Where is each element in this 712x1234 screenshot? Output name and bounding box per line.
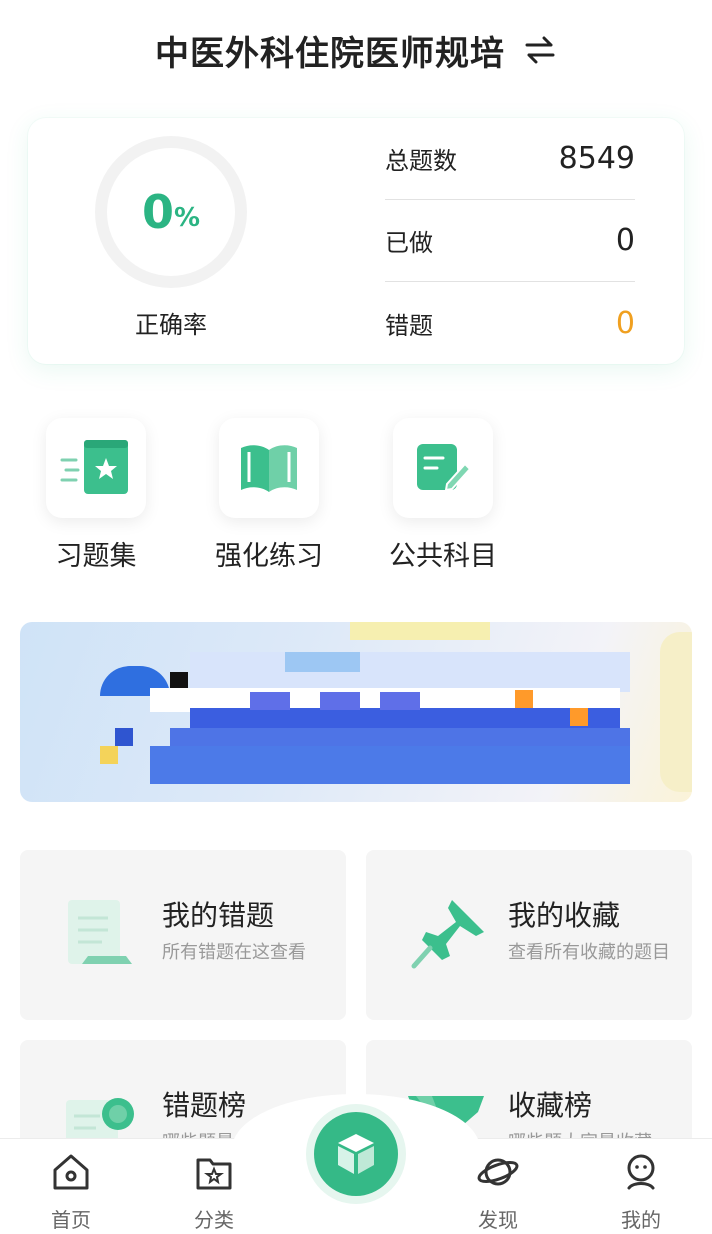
folder-star-icon: [196, 1158, 232, 1190]
stat-label: 错题: [385, 311, 433, 340]
tile-my-wrong-questions[interactable]: 我的错题 所有错题在这查看: [20, 850, 346, 1020]
stat-value: 0: [615, 223, 635, 258]
tile-my-favorites[interactable]: 我的收藏 查看所有收藏的题目: [366, 850, 692, 1020]
banner-image[interactable]: [20, 622, 692, 802]
stat-label: 总题数: [385, 147, 457, 175]
stat-row-done[interactable]: 已做 0: [385, 200, 635, 282]
accuracy-value: 0: [141, 185, 174, 239]
wrong-note-icon: [68, 900, 132, 964]
tab-home[interactable]: 首页: [21, 1152, 121, 1233]
tab-label: 我的: [621, 1208, 661, 1232]
tab-label: 分类: [194, 1208, 234, 1232]
tile-description: 查看所有收藏的题目: [508, 942, 670, 963]
tile-title: 错题榜: [162, 1089, 247, 1122]
tile-title: 我的错题: [162, 899, 275, 932]
quick-action-label: 强化练习: [215, 541, 323, 572]
accuracy-ring: 0 %: [95, 136, 247, 288]
center-action-button[interactable]: [314, 1112, 398, 1196]
stat-value: 0: [615, 305, 635, 341]
tab-label: 首页: [51, 1208, 91, 1232]
planet-icon: [477, 1158, 519, 1186]
quick-action-intensive-practice[interactable]: 强化练习: [199, 418, 339, 573]
swap-arrows-icon[interactable]: [523, 36, 557, 64]
stat-row-total: 总题数 8549: [385, 118, 635, 200]
stat-label: 已做: [385, 229, 433, 257]
open-book-icon: [241, 445, 297, 492]
user-icon: [627, 1154, 655, 1190]
stat-value: 8549: [558, 141, 635, 176]
header: 中医外科住院医师规培: [0, 0, 712, 100]
accuracy-label: 正确率: [135, 311, 207, 339]
home-icon: [53, 1154, 89, 1190]
tab-label: 发现: [478, 1208, 518, 1232]
quick-action-public-subjects[interactable]: 公共科目: [373, 418, 513, 573]
stat-row-wrong[interactable]: 错题 0: [385, 282, 635, 364]
tab-discover[interactable]: 发现: [448, 1152, 548, 1233]
tab-category[interactable]: 分类: [164, 1152, 264, 1233]
tile-description: 所有错题在这查看: [162, 942, 306, 963]
accuracy-unit: %: [173, 203, 201, 233]
quick-action-exercise-set[interactable]: 习题集: [26, 418, 166, 573]
page-title: 中医外科住院医师规培: [155, 33, 505, 74]
tile-title: 收藏榜: [508, 1089, 593, 1122]
quick-action-label: 公共科目: [389, 541, 497, 572]
pushpin-icon: [411, 900, 484, 969]
document-edit-icon: [417, 444, 472, 492]
tab-mine[interactable]: 我的: [591, 1152, 691, 1233]
cube-icon: [338, 1134, 374, 1174]
quick-action-label: 习题集: [55, 541, 137, 572]
book-star-icon: [60, 440, 128, 494]
tile-title: 我的收藏: [508, 899, 621, 932]
